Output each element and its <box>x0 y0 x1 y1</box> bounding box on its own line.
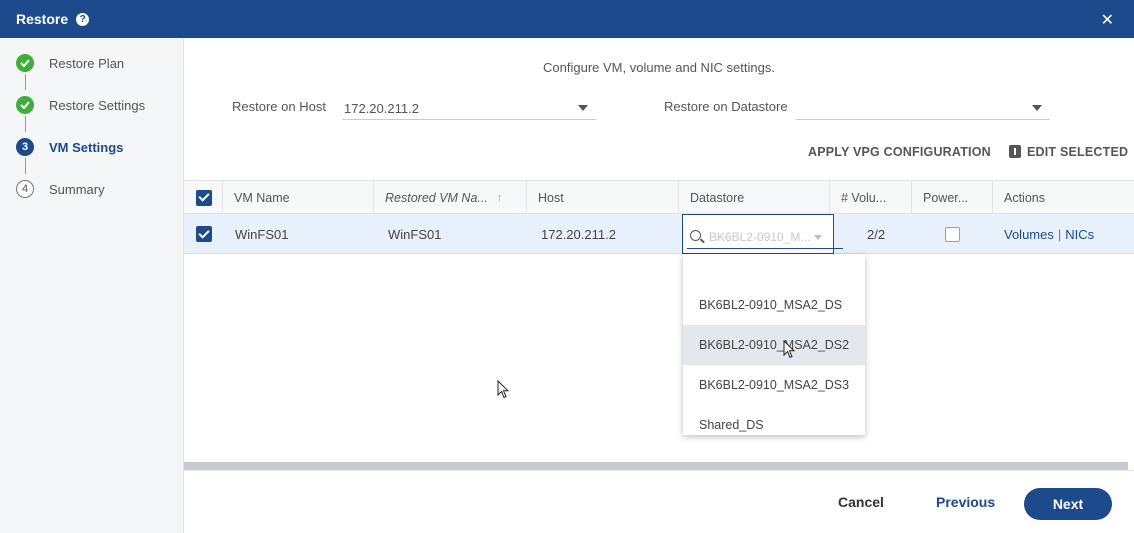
datastore-option[interactable]: BK6BL2-0910_MSA2_DS <box>683 285 865 325</box>
previous-button[interactable]: Previous <box>936 494 995 510</box>
search-icon <box>690 230 701 241</box>
select-all-checkbox[interactable] <box>196 189 212 206</box>
step-label: VM Settings <box>49 139 124 155</box>
sort-ascending-icon: ↑ <box>496 191 503 204</box>
actions-separator: | <box>1057 226 1062 242</box>
main-panel: Configure VM, volume and NIC settings. R… <box>184 38 1134 533</box>
close-icon[interactable]: ✕ <box>1101 10 1114 30</box>
chevron-down-icon <box>814 235 822 240</box>
check-icon <box>16 54 34 72</box>
column-volumes[interactable]: # Volu... <box>829 181 911 214</box>
apply-vpg-configuration-button[interactable]: APPLY VPG CONFIGURATION <box>808 145 991 159</box>
check-icon <box>16 96 34 114</box>
column-datastore[interactable]: Datastore <box>678 181 829 214</box>
window-title: Restore <box>16 11 69 27</box>
datastore-option[interactable]: BK6BL2-0910_MSA2_DS2 <box>683 325 865 365</box>
row-checkbox[interactable] <box>196 226 212 242</box>
edit-selected-label: EDIT SELECTED <box>1027 145 1129 159</box>
row-select-cell <box>196 214 212 254</box>
next-button[interactable]: Next <box>1024 488 1112 520</box>
host-cell: 172.20.211.2 <box>541 226 616 242</box>
cancel-button[interactable]: Cancel <box>838 494 884 510</box>
column-label: Restored VM Na... <box>385 190 488 205</box>
horizontal-scrollbar[interactable] <box>184 462 1128 470</box>
column-vm-name[interactable]: VM Name <box>222 181 373 214</box>
page-subtitle: Configure VM, volume and NIC settings. <box>543 60 775 75</box>
power-cell <box>945 214 960 254</box>
edit-icon <box>1009 145 1021 158</box>
chevron-down-icon <box>1032 105 1042 111</box>
edit-selected-button[interactable]: EDIT SELECTED <box>1009 145 1128 159</box>
step-connector <box>25 116 26 132</box>
column-restored-vm-name[interactable]: Restored VM Na... ↑ <box>373 181 526 214</box>
step-label: Restore Settings <box>49 97 146 113</box>
datastore-combobox[interactable]: BK6BL2-0910_M... <box>682 214 843 254</box>
step-restore-plan[interactable]: Restore Plan <box>16 54 124 72</box>
step-label: Restore Plan <box>49 55 125 71</box>
volumes-link[interactable]: Volumes <box>1004 227 1054 242</box>
title-bar: Restore ? ✕ <box>0 0 1134 38</box>
wizard-steps: Restore Plan Restore Settings 3 VM Setti… <box>0 38 184 533</box>
datastore-option[interactable]: Shared_DS <box>683 405 865 445</box>
power-on-checkbox[interactable] <box>945 226 960 242</box>
restore-host-label: Restore on Host <box>232 99 326 114</box>
step-label: Summary <box>49 181 105 197</box>
column-host[interactable]: Host <box>526 181 678 214</box>
step-connector <box>25 158 26 174</box>
select-all-cell <box>184 181 222 214</box>
vm-name-cell: WinFS01 <box>235 226 289 242</box>
restore-datastore-select[interactable] <box>796 96 1050 120</box>
actions-cell: Volumes | NICs <box>1004 214 1094 254</box>
nics-link[interactable]: NICs <box>1065 227 1094 242</box>
step-restore-settings[interactable]: Restore Settings <box>16 96 145 114</box>
wizard-footer: Cancel Previous Next <box>184 470 1134 533</box>
datastore-dropdown-menu: BK6BL2-0910_MSA2_DS BK6BL2-0910_MSA2_DS2… <box>683 254 865 435</box>
column-power[interactable]: Power... <box>911 181 992 214</box>
restore-datastore-label: Restore on Datastore <box>664 99 788 114</box>
datastore-current-value: BK6BL2-0910_M... <box>709 230 811 244</box>
step-number: 4 <box>16 180 34 198</box>
step-summary[interactable]: 4 Summary <box>16 180 105 198</box>
step-number: 3 <box>16 138 34 156</box>
chevron-down-icon <box>578 105 588 111</box>
step-vm-settings[interactable]: 3 VM Settings <box>16 138 123 156</box>
table-row[interactable]: WinFS01 WinFS01 172.20.211.2 2/2 Volumes… <box>184 214 1134 254</box>
restored-vm-name-cell: WinFS01 <box>388 226 442 242</box>
datastore-option[interactable]: BK6BL2-0910_MSA2_DS3 <box>683 365 865 405</box>
restore-host-select[interactable]: 172.20.211.2 <box>342 96 596 120</box>
table-header: VM Name Restored VM Na... ↑ Host Datasto… <box>184 180 1134 214</box>
datastore-search-field[interactable]: BK6BL2-0910_M... <box>687 227 843 249</box>
restore-host-value: 172.20.211.2 <box>344 101 419 116</box>
volumes-cell: 2/2 <box>867 226 886 242</box>
column-actions[interactable]: Actions <box>992 181 1134 214</box>
help-icon[interactable]: ? <box>76 12 90 26</box>
step-connector <box>25 74 26 90</box>
